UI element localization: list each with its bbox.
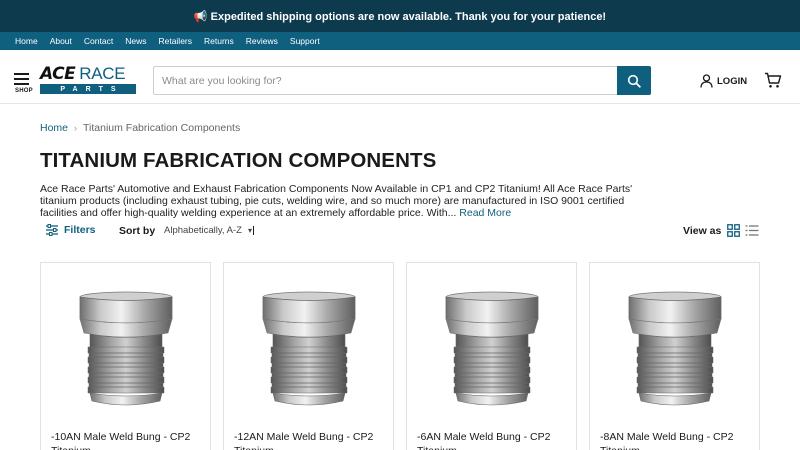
top-nav-home[interactable]: Home <box>15 36 38 46</box>
login-label: LOGIN <box>717 75 748 87</box>
search-bar <box>153 66 651 95</box>
product-grid: -10AN Male Weld Bung - CP2 Titanium -12A… <box>40 262 760 450</box>
site-header: SHOP ACE RACE PARTS LOGIN <box>0 50 800 104</box>
sort-select[interactable]: Alphabetically, A-Z ▾ <box>164 225 254 236</box>
product-card[interactable]: -8AN Male Weld Bung - CP2 Titanium <box>589 262 760 450</box>
logo-parts: PARTS <box>40 84 136 94</box>
product-title[interactable]: -12AN Male Weld Bung - CP2 Titanium <box>234 430 389 450</box>
product-image[interactable] <box>625 291 725 409</box>
product-image[interactable] <box>259 291 359 409</box>
product-card[interactable]: -10AN Male Weld Bung - CP2 Titanium <box>40 262 211 450</box>
breadcrumb-home[interactable]: Home <box>40 122 68 134</box>
product-title[interactable]: -10AN Male Weld Bung - CP2 Titanium <box>51 430 206 450</box>
sort-by-label: Sort by <box>119 225 156 237</box>
top-nav-news[interactable]: News <box>125 36 146 46</box>
top-nav-retailers[interactable]: Retailers <box>158 36 192 46</box>
top-nav-about[interactable]: About <box>50 36 72 46</box>
description-text: Ace Race Parts' Automotive and Exhaust F… <box>40 183 633 219</box>
search-icon <box>627 74 641 88</box>
shop-menu-button[interactable]: SHOP <box>14 73 33 94</box>
logo-race: RACE <box>79 64 126 83</box>
product-card[interactable]: -6AN Male Weld Bung - CP2 Titanium <box>406 262 577 450</box>
hamburger-icon <box>14 73 29 75</box>
cart-button[interactable] <box>764 72 782 94</box>
list-view-button[interactable] <box>745 224 759 242</box>
shop-label: SHOP <box>15 88 33 94</box>
user-icon <box>700 74 713 88</box>
filters-label: Filters <box>64 224 96 236</box>
top-nav-returns[interactable]: Returns <box>204 36 234 46</box>
collection-description: Ace Race Parts' Automotive and Exhaust F… <box>40 183 650 219</box>
breadcrumb-current: Titanium Fabrication Components <box>83 122 241 134</box>
product-title[interactable]: -8AN Male Weld Bung - CP2 Titanium <box>600 430 755 450</box>
top-nav-contact[interactable]: Contact <box>84 36 113 46</box>
breadcrumb: Home › Titanium Fabrication Components <box>40 122 240 134</box>
top-nav-support[interactable]: Support <box>290 36 320 46</box>
grid-icon <box>727 224 740 237</box>
chevron-right-icon: › <box>74 123 78 133</box>
top-nav-reviews[interactable]: Reviews <box>246 36 278 46</box>
collection-toolbar: Filters Sort by Alphabetically, A-Z ▾ Vi… <box>40 224 760 242</box>
filters-button[interactable]: Filters <box>45 224 96 236</box>
sort-value: Alphabetically, A-Z <box>164 225 242 236</box>
top-nav: Home About Contact News Retailers Return… <box>0 32 800 50</box>
logo-ace: ACE <box>40 64 76 84</box>
search-button[interactable] <box>617 66 651 95</box>
announcement-text: 📢 Expedited shipping options are now ava… <box>193 10 607 23</box>
product-title[interactable]: -6AN Male Weld Bung - CP2 Titanium <box>417 430 572 450</box>
site-logo[interactable]: ACE RACE PARTS <box>40 65 136 97</box>
hamburger-icon-bar <box>14 78 29 80</box>
hamburger-icon-bar <box>14 83 29 85</box>
view-as-label: View as <box>683 225 722 237</box>
announcement-bar: 📢 Expedited shipping options are now ava… <box>0 0 800 32</box>
product-card[interactable]: -12AN Male Weld Bung - CP2 Titanium <box>223 262 394 450</box>
search-input[interactable] <box>153 66 617 95</box>
product-image[interactable] <box>442 291 542 409</box>
cart-icon <box>765 72 782 88</box>
grid-view-button[interactable] <box>727 224 740 242</box>
list-icon <box>745 225 759 236</box>
product-image[interactable] <box>76 291 176 409</box>
filter-icon <box>46 224 58 236</box>
login-link[interactable]: LOGIN <box>700 74 747 88</box>
page-title: TITANIUM FABRICATION COMPONENTS <box>40 149 437 172</box>
chevron-down-icon: ▾ <box>247 226 254 235</box>
read-more-link[interactable]: Read More <box>459 207 511 219</box>
